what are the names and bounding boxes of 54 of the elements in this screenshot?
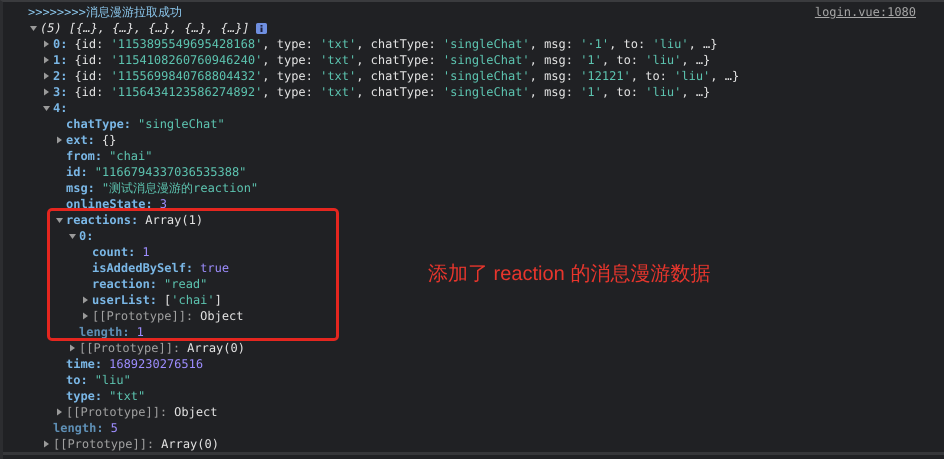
property-key: count: — [92, 244, 136, 260]
property-value: (5) [{…}, {…}, {…}, {…}, {…}] — [40, 20, 250, 36]
property-value: "chai" — [109, 148, 152, 164]
property-value: 5 — [110, 420, 118, 436]
property-value: ['chai'] — [164, 292, 222, 308]
log-message: >>>>>>>>消息漫游拉取成功 — [28, 4, 182, 20]
property-value: {id: '1156434123586274892', type: 'txt', chatType: 'singleChat', msg: '1', to: 'liu', …} — [74, 84, 710, 100]
property-value: "liu" — [94, 372, 131, 388]
annotation-text: 添加了 reaction 的消息漫游数据 — [428, 262, 710, 287]
property-key: msg: — [66, 180, 95, 196]
property-value: "txt" — [109, 388, 146, 404]
property-value: {id: '1153895549695428168', type: 'txt', chatType: 'singleChat', msg: '·1', to: 'liu', …} — [74, 36, 718, 52]
property-key: reaction: — [92, 276, 158, 292]
property-key: 0: — [53, 36, 68, 52]
source-link[interactable]: login.vue:1080 — [814, 4, 916, 20]
property-key: 4: — [53, 100, 68, 116]
property-key: 1: — [53, 52, 68, 68]
property-key: onlineState: — [66, 196, 153, 212]
property-key: [[Prototype]]: — [53, 436, 154, 452]
property-key: to: — [66, 372, 88, 388]
property-value: Array(0) — [161, 436, 219, 452]
property-value: {id: '1154108260760946240', type: 'txt', chatType: 'singleChat', msg: '1', to: 'liu', …} — [74, 52, 710, 68]
property-value: "1166794337036535388" — [94, 164, 246, 180]
property-value: 1689230276516 — [109, 356, 204, 372]
property-key: id: — [66, 164, 88, 180]
property-value: {} — [102, 132, 116, 148]
property-key: chatType: — [66, 116, 132, 132]
property-value: Object — [200, 308, 244, 324]
property-value: 3 — [160, 196, 167, 212]
property-key: time: — [66, 356, 102, 372]
property-key: 0: — [79, 228, 94, 244]
property-value: Object — [174, 404, 218, 420]
property-key: length: — [79, 324, 130, 340]
property-value: "read" — [164, 276, 208, 292]
property-key: isAddedBySelf: — [92, 260, 194, 276]
property-key: [[Prototype]]: — [79, 340, 180, 356]
property-value: 1 — [136, 324, 144, 340]
property-value: true — [200, 260, 230, 276]
property-key: userList: — [92, 292, 158, 308]
property-value: {id: '1155699840768804432', type: 'txt', chatType: 'singleChat', msg: '12121', to: 'liu', …} — [74, 68, 740, 84]
property-key: reactions: — [66, 212, 138, 228]
property-key: ext: — [66, 132, 95, 148]
property-key: length: — [53, 420, 104, 436]
property-value: "测试消息漫游的reaction" — [102, 180, 258, 196]
property-value: "singleChat" — [138, 116, 225, 132]
property-key: [[Prototype]]: — [66, 404, 168, 420]
property-value: Array(0) — [187, 340, 245, 356]
property-key: from: — [66, 148, 102, 164]
property-key: 3: — [53, 84, 68, 100]
property-key: 2: — [53, 68, 68, 84]
property-key: [[Prototype]]: — [92, 308, 194, 324]
property-value: 1 — [142, 244, 150, 260]
property-value: Array(1) — [145, 212, 204, 228]
property-key: type: — [66, 388, 102, 404]
